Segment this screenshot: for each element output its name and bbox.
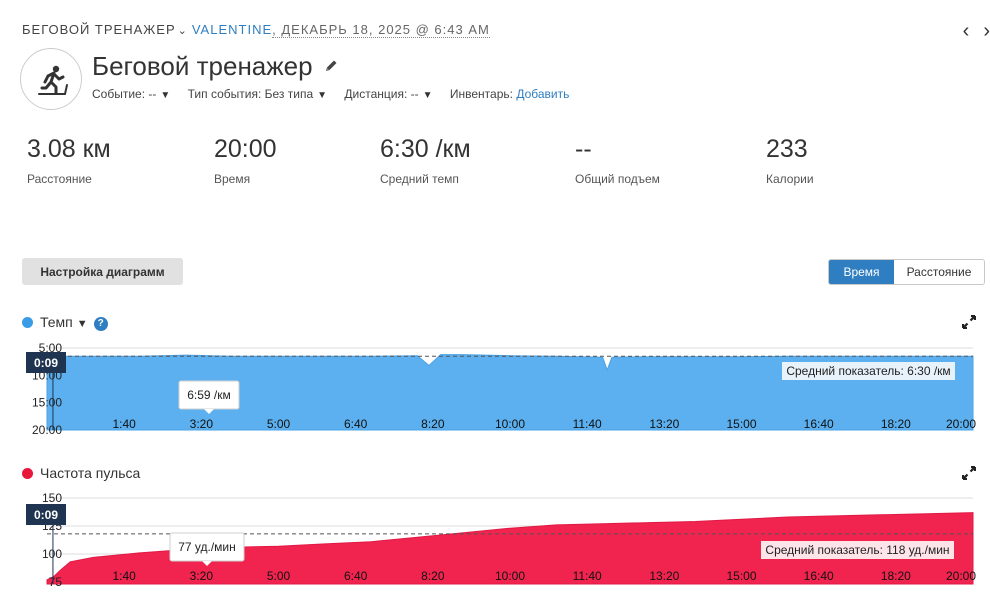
x-tick-label: 6:40 — [344, 417, 368, 431]
cursor-time-label: 0:09 — [34, 356, 58, 370]
treadmill-runner-icon — [20, 48, 82, 110]
stat-label: Расстояние — [27, 172, 92, 186]
caret-down-icon[interactable]: ▼ — [77, 318, 88, 330]
x-tick-label: 8:20 — [421, 417, 445, 431]
x-tick-label: 1:40 — [112, 569, 136, 583]
x-tick-label: 16:40 — [804, 417, 834, 431]
hr-chart[interactable]: 150 125 100 75 1:40 3:20 5:00 6:40 8:20 10:00 11:4… — [0, 490, 990, 590]
x-axis-distance-button[interactable]: Расстояние — [894, 260, 984, 284]
chart-settings-button[interactable]: Настройка диаграмм — [22, 258, 183, 285]
x-tick-label: 8:20 — [421, 569, 445, 583]
chevron-down-icon[interactable]: ⌄ — [178, 24, 188, 37]
stat-calories: 233 Калории — [766, 135, 814, 186]
x-tick-label: 20:00 — [946, 417, 976, 431]
activity-type-dropdown[interactable]: БЕГОВОЙ ТРЕНАЖЕР — [22, 22, 176, 37]
stat-label: Время — [214, 172, 251, 186]
stat-label: Средний темп — [380, 172, 459, 186]
x-axis-time-button[interactable]: Время — [829, 260, 894, 284]
stat-value: 6:30 /км — [380, 135, 471, 163]
y-tick-label: 100 — [42, 547, 62, 561]
stat-value: 233 — [766, 135, 808, 163]
x-tick-label: 10:00 — [495, 569, 525, 583]
x-tick-label: 20:00 — [946, 569, 976, 583]
stat-elevation-gain: -- Общий подъем — [575, 135, 660, 186]
hr-chart-svg: 15012510075 1:40 3:20 5:00 6:40 8:20 10:00 11:4… — [26, 491, 976, 589]
stat-label: Общий подъем — [575, 172, 660, 186]
activity-meta: Событие: -- ▼ Тип события: Без типа ▼ Дист… — [92, 87, 583, 101]
hr-chart-title[interactable]: Частота пульса — [40, 465, 140, 481]
hr-legend-dot — [22, 468, 33, 479]
x-tick-label: 3:20 — [190, 569, 214, 583]
y-tick-label: 150 — [42, 491, 62, 505]
x-tick-label: 3:20 — [190, 417, 214, 431]
x-tick-label: 1:40 — [112, 417, 136, 431]
y-tick-label: 15:00 — [32, 396, 62, 410]
expand-icon[interactable] — [961, 314, 977, 330]
x-tick-label: 15:00 — [726, 417, 756, 431]
x-tick-label: 5:00 — [267, 569, 291, 583]
prev-activity-icon[interactable]: ‹ — [963, 20, 970, 43]
edit-title-icon[interactable] — [324, 59, 338, 78]
x-tick-label: 15:00 — [726, 569, 756, 583]
stat-distance: 3.08 км Расстояние — [27, 135, 111, 186]
stat-avg-pace: 6:30 /км Средний темп — [380, 135, 471, 186]
x-tick-label: 6:40 — [344, 569, 368, 583]
stat-value: 3.08 км — [27, 135, 111, 163]
x-tick-label: 11:40 — [573, 417, 602, 431]
next-activity-icon[interactable]: › — [983, 20, 990, 43]
expand-icon[interactable] — [961, 465, 977, 481]
help-icon[interactable]: ? — [93, 317, 108, 331]
x-tick-label: 18:20 — [881, 417, 911, 431]
x-axis-toggle: Время Расстояние — [828, 259, 985, 285]
x-tick-label: 10:00 — [495, 417, 525, 431]
pace-chart[interactable]: 5:00 10:00 15:00 20:00 1:40 3:20 5:00 6:40 8:20 1… — [0, 340, 990, 440]
average-label: Средний показатель: 6:30 /км — [786, 364, 950, 378]
pace-chart-svg: 5:0010:0015:0020:00 1:40 3:20 5:00 6:40 8:20 1… — [26, 341, 976, 437]
pace-chart-title[interactable]: Темп — [40, 314, 73, 330]
gear-field: Инвентарь: Добавить — [449, 87, 570, 101]
stat-value: 20:00 — [214, 135, 277, 163]
y-tick-label: 20:00 — [32, 423, 62, 437]
x-tick-label: 13:20 — [649, 569, 679, 583]
caret-down-icon: ▼ — [317, 90, 328, 101]
x-tick-label: 13:20 — [649, 417, 679, 431]
pace-chart-header: Темп ▼? — [22, 314, 108, 331]
activity-title: Беговой тренажер — [92, 51, 313, 81]
hr-chart-header: Частота пульса — [22, 465, 140, 481]
event-dropdown[interactable]: Событие: -- ▼ — [92, 87, 170, 101]
activity-header: БЕГОВОЙ ТРЕНАЖЕР ⌄ VALENTINE, ДЕКАБРЬ 18, … — [22, 22, 490, 38]
caret-down-icon: ▼ — [160, 90, 171, 101]
x-tick-label: 16:40 — [804, 569, 834, 583]
pace-legend-dot — [22, 317, 33, 328]
activity-date[interactable]: , ДЕКАБРЬ 18, 2025 @ 6:43 AM — [272, 22, 490, 38]
add-gear-link[interactable]: Добавить — [516, 87, 569, 101]
event-type-dropdown[interactable]: Тип события: Без типа ▼ — [188, 87, 327, 101]
y-tick-label: 75 — [49, 575, 63, 589]
caret-down-icon: ▼ — [422, 90, 433, 101]
tooltip-value: 6:59 /км — [187, 388, 231, 402]
x-tick-label: 5:00 — [267, 417, 291, 431]
user-link[interactable]: VALENTINE — [192, 22, 272, 37]
x-tick-label: 11:40 — [573, 569, 602, 583]
activity-navigation: ‹ › — [949, 20, 990, 43]
course-dropdown[interactable]: Дистанция: -- ▼ — [344, 87, 432, 101]
stat-value: -- — [575, 135, 592, 163]
average-label: Средний показатель: 118 уд./мин — [765, 543, 949, 557]
cursor-time-label: 0:09 — [34, 508, 58, 522]
tooltip-value: 77 уд./мин — [178, 540, 236, 554]
stat-label: Калории — [766, 172, 814, 186]
stat-time: 20:00 Время — [214, 135, 277, 186]
x-tick-label: 18:20 — [881, 569, 911, 583]
